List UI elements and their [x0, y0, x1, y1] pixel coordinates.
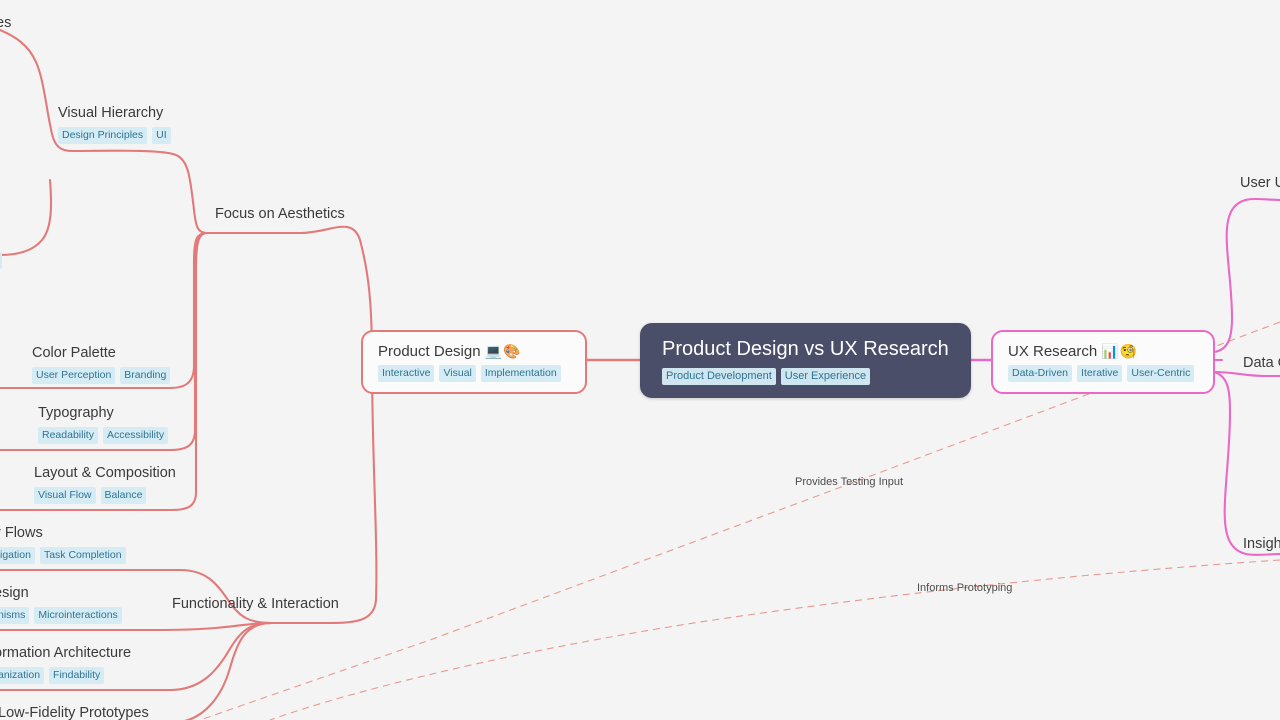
tag: igation — [0, 547, 35, 564]
leaf-tags: Visual Flow Balance — [34, 487, 176, 504]
clipped-tag-top-left: n — [0, 252, 2, 269]
tag: n — [0, 252, 2, 269]
tag: Task Completion — [39, 547, 126, 564]
tag: Branding — [120, 367, 171, 384]
leaf-layout-composition[interactable]: Layout & Composition Visual Flow Balance — [34, 464, 176, 504]
tag: Design Principles — [58, 127, 148, 144]
leaf-visual-hierarchy[interactable]: Visual Hierarchy Design Principles UI — [58, 104, 171, 144]
leaf-tags: anization Findability — [0, 667, 131, 684]
cross-link-label-informs-prototyping[interactable]: Informs Prototyping — [917, 582, 1012, 594]
leaf-tags: User Perception Branding — [32, 367, 171, 384]
cross-link-label-provides-testing-input[interactable]: Provides Testing Input — [795, 476, 903, 488]
tag: Data-Driven — [1008, 365, 1073, 382]
tag: Microinteractions — [34, 607, 122, 624]
tag: UI — [152, 127, 171, 144]
chart-monocle-icon: 📊🧐 — [1101, 343, 1139, 359]
leaf-title: Low-Fidelity Prototypes — [0, 705, 149, 720]
leaf-title: esign — [0, 585, 29, 601]
tag: Findability — [49, 667, 105, 684]
leaf-title: Typography — [38, 405, 114, 421]
group-label-data-collection[interactable]: Data C — [1243, 354, 1280, 373]
leaf-title: ormation Architecture — [0, 645, 132, 661]
tag: Visual Flow — [34, 487, 96, 504]
group-label-functionality-interaction[interactable]: Functionality & Interaction — [172, 595, 339, 614]
leaf-user-flows[interactable]: r Flows igation Task Completion — [0, 524, 126, 564]
node-title-text: Product Design — [378, 343, 481, 360]
leaf-tags: nisms Microinteractions — [0, 607, 122, 624]
node-ux-research-title: UX Research 📊🧐 — [1008, 342, 1198, 361]
mindmap-canvas[interactable]: Product Design vs UX Research Product De… — [0, 0, 1280, 720]
tag: Accessibility — [102, 427, 169, 444]
node-title-text: UX Research — [1008, 343, 1098, 360]
leaf-typography[interactable]: Typography Readability Accessibility — [38, 404, 169, 444]
root-node[interactable]: Product Design vs UX Research Product De… — [640, 323, 971, 398]
leaf-color-palette[interactable]: Color Palette User Perception Branding — [32, 344, 171, 384]
tag: anization — [0, 667, 45, 684]
leaf-title: Visual Hierarchy — [58, 105, 164, 121]
clipped-label-top-left: es — [0, 15, 12, 31]
tag: Iterative — [1077, 365, 1123, 382]
node-product-design[interactable]: Product Design 💻🎨 Interactive Visual Imp… — [361, 330, 587, 394]
tag: Readability — [38, 427, 98, 444]
group-label-focus-on-aesthetics[interactable]: Focus on Aesthetics — [215, 205, 345, 224]
node-product-design-tags: Interactive Visual Implementation — [378, 365, 570, 382]
node-product-design-title: Product Design 💻🎨 — [378, 342, 570, 361]
node-ux-research[interactable]: UX Research 📊🧐 Data-Driven Iterative Use… — [991, 330, 1215, 394]
group-label-insights[interactable]: Insigh — [1243, 535, 1280, 554]
tag: User-Centric — [1127, 365, 1195, 382]
root-tag: Product Development — [662, 368, 776, 385]
tag: Interactive — [378, 365, 435, 382]
leaf-interaction-design[interactable]: esign nisms Microinteractions — [0, 584, 122, 624]
group-label-user-understanding[interactable]: User U — [1240, 174, 1280, 193]
leaf-low-fidelity-prototypes[interactable]: Low-Fidelity Prototypes — [0, 704, 149, 720]
root-node-tags: Product Development User Experience — [662, 368, 949, 385]
tag: Implementation — [480, 365, 561, 382]
leaf-tags: Readability Accessibility — [38, 427, 169, 444]
tag: Visual — [439, 365, 476, 382]
tag: Balance — [100, 487, 147, 504]
leaf-title: Color Palette — [32, 345, 116, 361]
root-node-title: Product Design vs UX Research — [662, 338, 949, 360]
leaf-tags: igation Task Completion — [0, 547, 126, 564]
leaf-title: Layout & Composition — [34, 465, 176, 481]
tag: User Perception — [32, 367, 116, 384]
leaf-information-architecture[interactable]: ormation Architecture anization Findabil… — [0, 644, 131, 684]
tag: nisms — [0, 607, 30, 624]
laptop-palette-icon: 💻🎨 — [484, 343, 522, 359]
node-ux-research-tags: Data-Driven Iterative User-Centric — [1008, 365, 1198, 382]
leaf-title: r Flows — [0, 525, 43, 541]
root-tag: User Experience — [780, 368, 871, 385]
leaf-tags: Design Principles UI — [58, 127, 171, 144]
